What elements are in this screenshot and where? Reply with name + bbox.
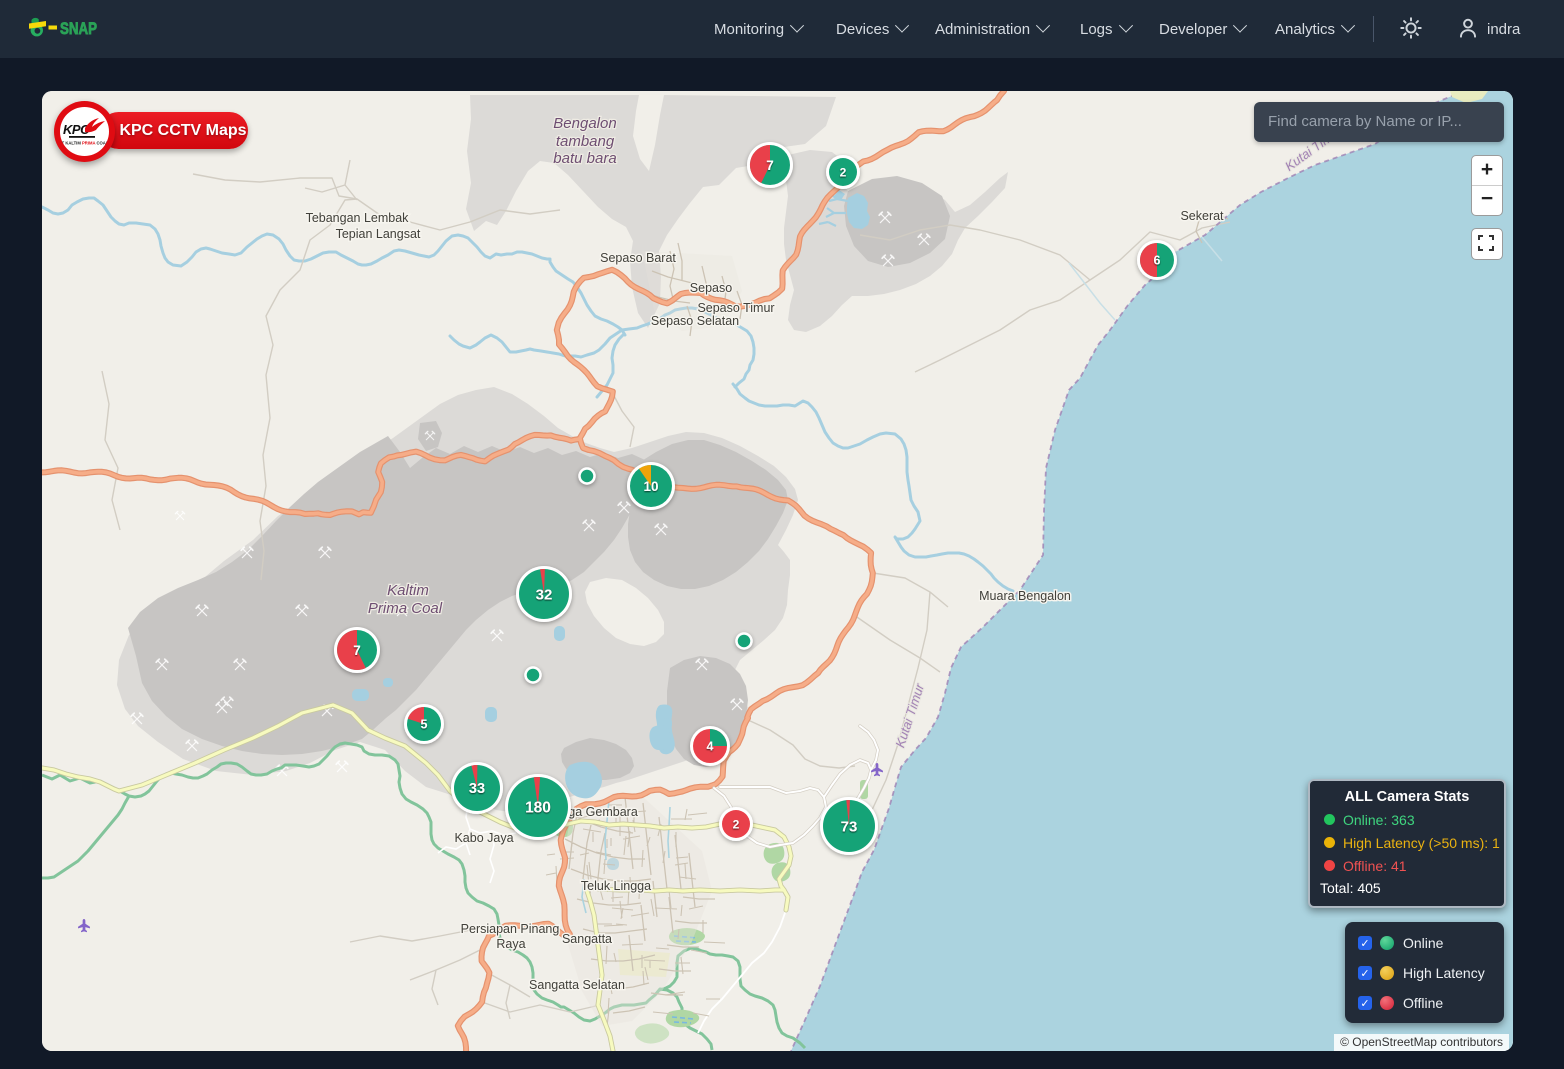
svg-text:Sangatta Selatan: Sangatta Selatan	[529, 978, 625, 992]
svg-text:4: 4	[707, 740, 714, 754]
svg-text:'T KALTIM PRIMA COAL: 'T KALTIM PRIMA COAL	[61, 141, 109, 146]
svg-text:tambang: tambang	[556, 133, 615, 150]
svg-text:73: 73	[841, 818, 858, 835]
svg-text:180: 180	[525, 800, 551, 817]
svg-text:Sangatta: Sangatta	[562, 932, 612, 946]
svg-text:5: 5	[421, 718, 428, 732]
svg-text:Tepian Langsat: Tepian Langsat	[336, 227, 421, 241]
svg-text:Raya: Raya	[496, 937, 525, 951]
svg-text:SNAP: SNAP	[60, 19, 97, 37]
svg-text:Persiapan Pinang: Persiapan Pinang	[461, 922, 560, 936]
svg-text:Sepaso: Sepaso	[690, 281, 732, 295]
svg-text:Teluk Lingga: Teluk Lingga	[581, 879, 651, 893]
svg-text:Tebangan Lembak: Tebangan Lembak	[306, 211, 410, 225]
svg-text:Muara Bengalon: Muara Bengalon	[979, 589, 1071, 603]
svg-text:2: 2	[840, 165, 847, 179]
svg-text:7: 7	[353, 643, 361, 658]
svg-text:Sepaso Selatan: Sepaso Selatan	[651, 314, 739, 328]
svg-text:2: 2	[733, 817, 740, 831]
svg-text:Sepaso Timur: Sepaso Timur	[697, 301, 774, 315]
svg-text:Sekerat: Sekerat	[1180, 209, 1224, 223]
svg-text:7: 7	[766, 158, 774, 173]
svg-text:Bengalon: Bengalon	[553, 115, 616, 132]
svg-text:Kabo Jaya: Kabo Jaya	[454, 831, 513, 845]
svg-text:33: 33	[469, 781, 485, 797]
svg-text:Kaltim: Kaltim	[387, 582, 429, 599]
svg-text:32: 32	[536, 586, 553, 603]
svg-text:batu bara: batu bara	[553, 150, 616, 167]
svg-text:6: 6	[1154, 254, 1161, 268]
svg-text:Sepaso Barat: Sepaso Barat	[600, 251, 676, 265]
svg-text:Prima Coal: Prima Coal	[368, 600, 443, 617]
svg-text:10: 10	[643, 479, 658, 494]
